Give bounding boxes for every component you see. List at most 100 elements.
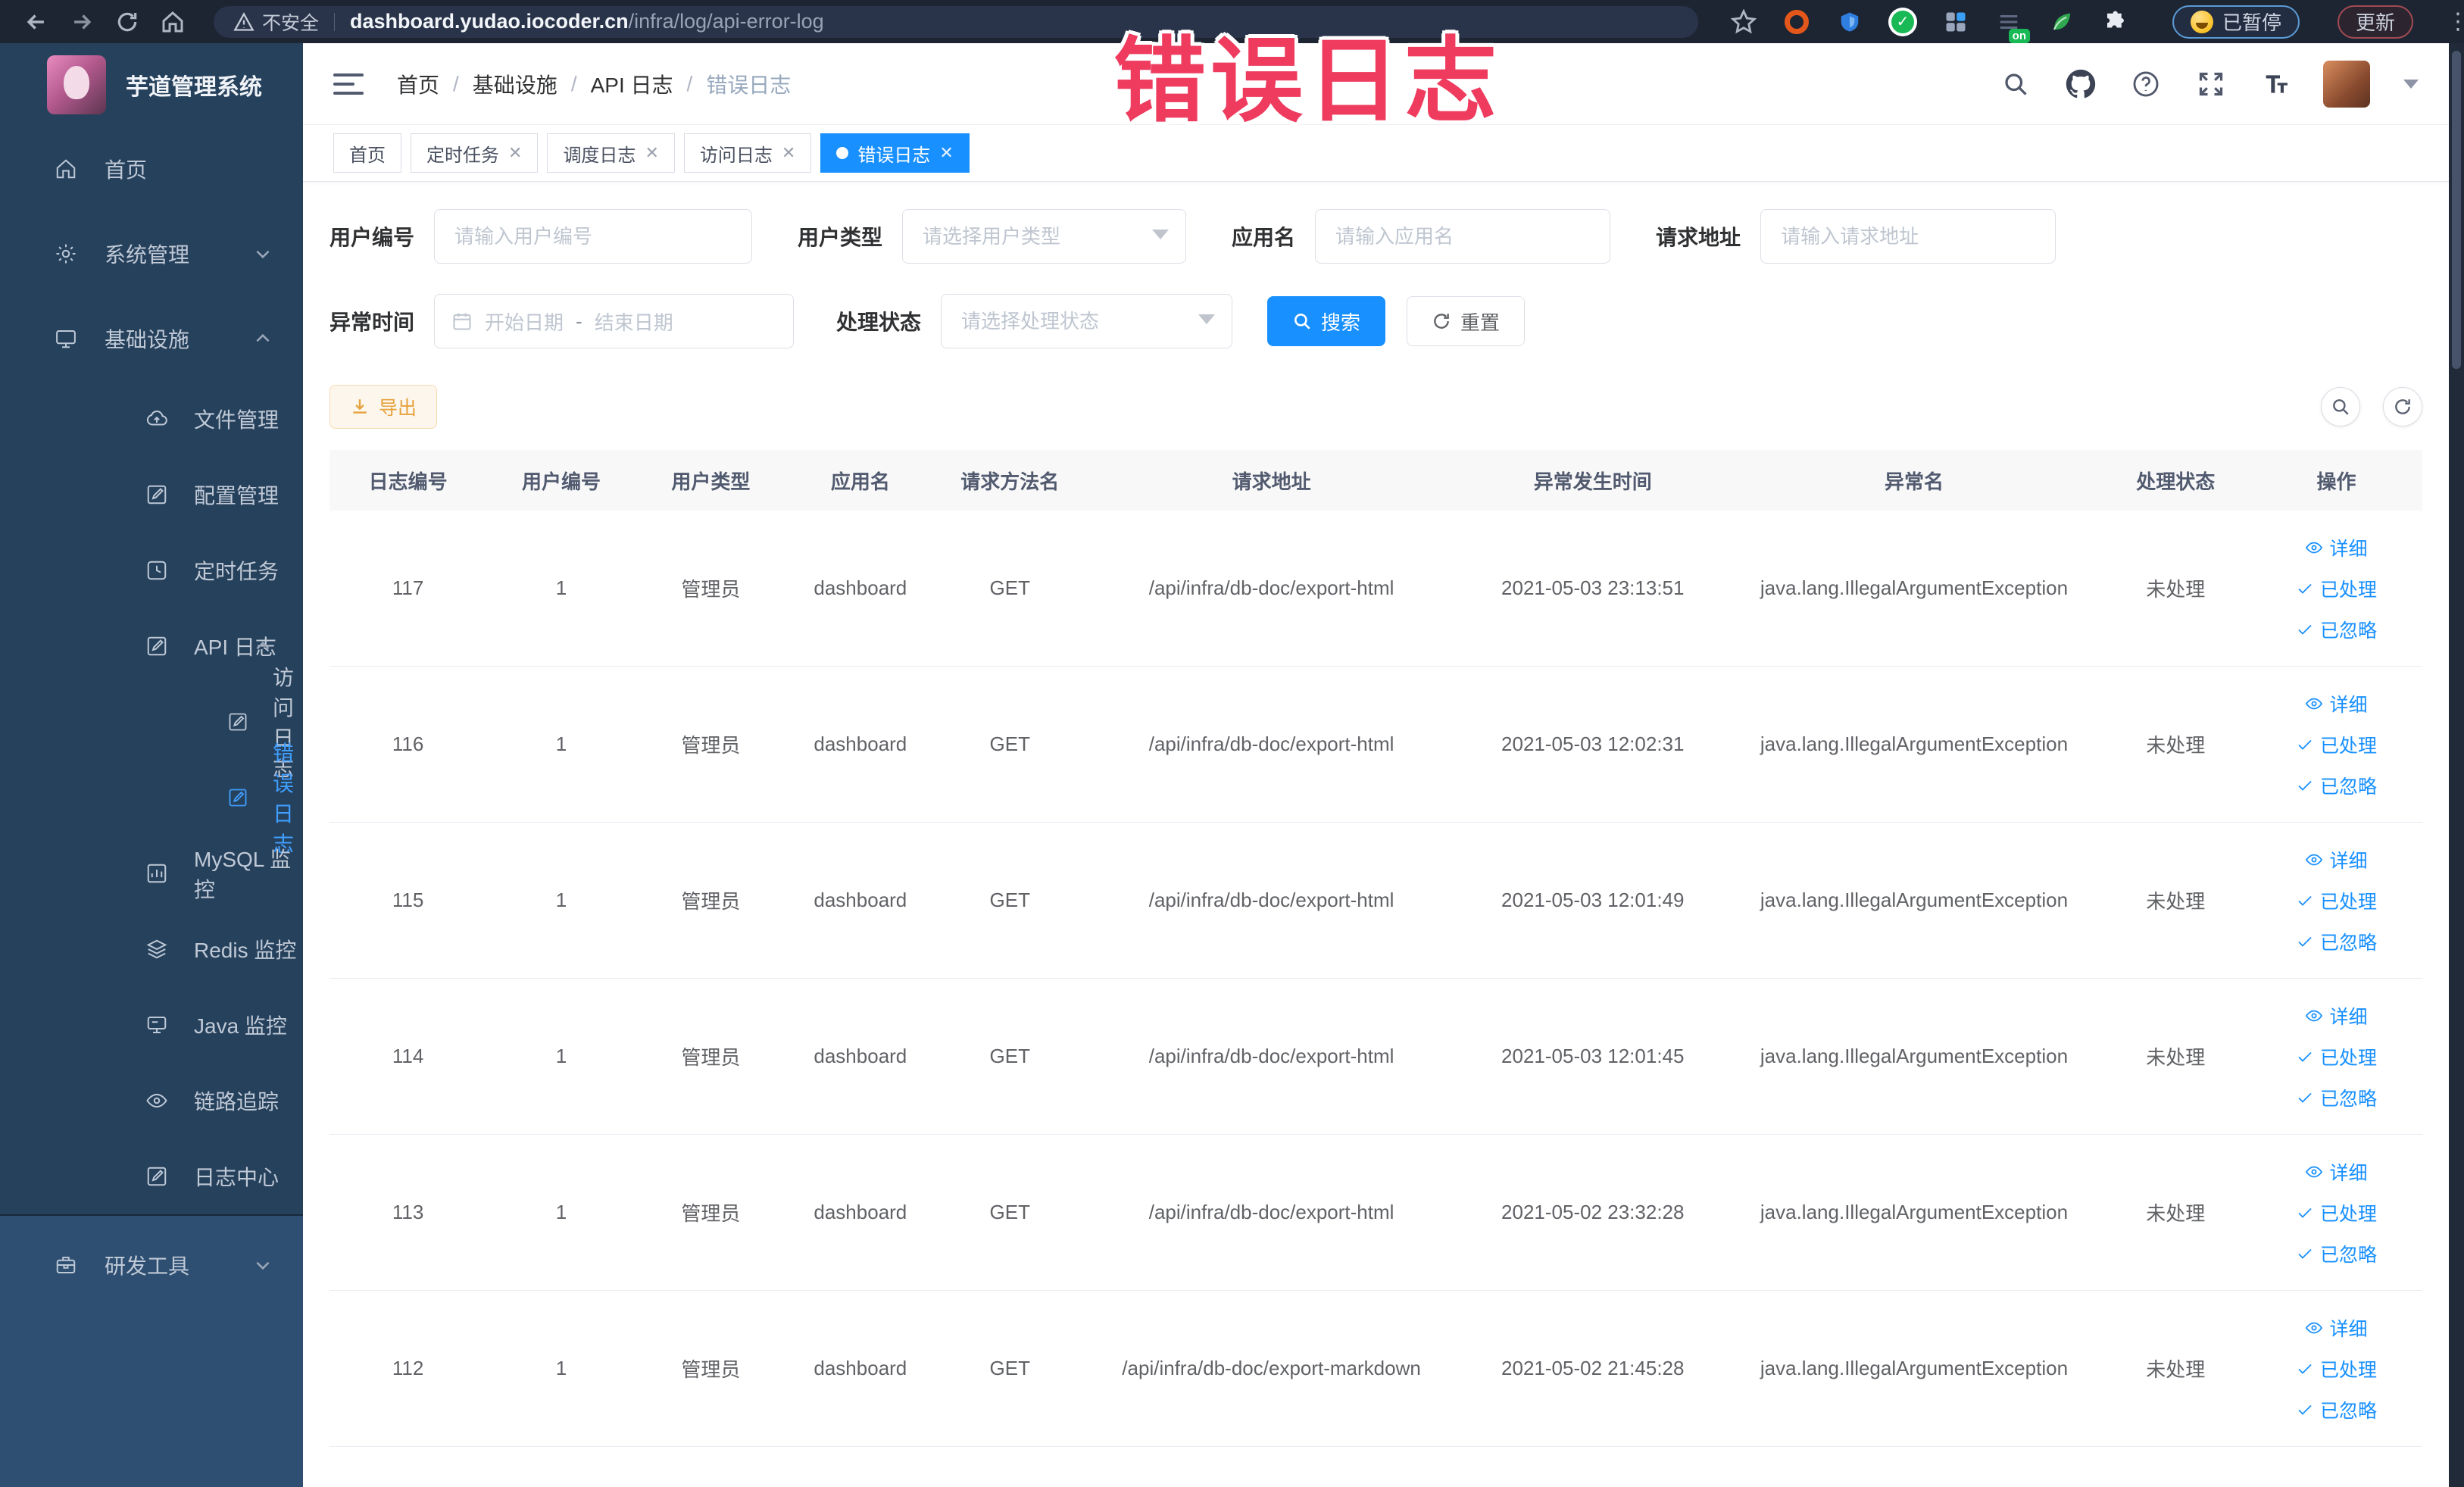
mark-processed-link[interactable]: 已处理 (2296, 731, 2377, 758)
detail-link[interactable]: 详细 (2305, 690, 2368, 717)
mark-ignored-link[interactable]: 已忽略 (2296, 616, 2377, 643)
sidebar-item-config[interactable]: 配置管理 (0, 457, 303, 533)
search-icon[interactable] (1997, 66, 2034, 102)
mark-processed-link[interactable]: 已处理 (2296, 1199, 2377, 1226)
back-icon[interactable] (14, 5, 59, 39)
check-icon (2298, 1404, 2312, 1415)
extension-on-badge-icon[interactable]: on (1994, 7, 2030, 43)
collapse-menu-icon[interactable] (333, 69, 367, 99)
table-row[interactable]: 112 1 管理员 dashboard GET /api/infra/db-do… (329, 1291, 2422, 1447)
mark-ignored-link[interactable]: 已忽略 (2296, 1084, 2377, 1111)
tab-job[interactable]: 定时任务 ✕ (411, 133, 539, 173)
time-cell: 2021-05-02 21:45:28 (1501, 1357, 1685, 1379)
close-icon[interactable]: ✕ (939, 143, 953, 163)
app-logo[interactable]: 芋道管理系统 (0, 43, 303, 127)
user-type-select[interactable] (902, 209, 1187, 264)
mark-ignored-link[interactable]: 已忽略 (2296, 1240, 2377, 1267)
user-id-input[interactable] (434, 209, 753, 264)
forward-icon[interactable] (59, 5, 105, 39)
tab-error-log[interactable]: 错误日志 ✕ (820, 133, 970, 173)
home-icon[interactable] (150, 5, 195, 39)
request-url-input[interactable] (1760, 209, 2056, 264)
update-pill[interactable]: 更新 (2338, 5, 2414, 39)
fullscreen-icon[interactable] (2193, 66, 2229, 102)
close-icon[interactable]: ✕ (782, 143, 795, 163)
sidebar-item-infra[interactable]: 基础设施 (0, 296, 303, 381)
sidebar-item-apilog[interactable]: API 日志 (0, 608, 303, 684)
tab-home[interactable]: 首页 (333, 133, 401, 173)
sidebar-item-system[interactable]: 系统管理 (0, 211, 303, 296)
page-scrollbar[interactable] (2449, 43, 2464, 1487)
sidebar-item-java[interactable]: Java 监控 (0, 987, 303, 1063)
breadcrumb: 首页 / 基础设施 / API 日志 / 错误日志 (397, 69, 791, 99)
breadcrumb-apilog[interactable]: API 日志 (591, 69, 673, 99)
close-icon[interactable]: ✕ (645, 143, 658, 163)
scrollbar-thumb[interactable] (2452, 51, 2461, 369)
table-row[interactable]: 114 1 管理员 dashboard GET /api/infra/db-do… (329, 979, 2422, 1135)
mark-processed-link[interactable]: 已处理 (2296, 575, 2377, 602)
sidebar-item-accesslog[interactable]: 访问日志 (0, 666, 303, 780)
refresh-table-button[interactable] (2383, 387, 2422, 426)
detail-link[interactable]: 详细 (2305, 534, 2368, 561)
tab-job-log[interactable]: 调度日志 ✕ (547, 133, 675, 173)
tab-access-log[interactable]: 访问日志 ✕ (683, 133, 812, 173)
header-actions (1997, 60, 2419, 108)
extension-leaf-icon[interactable] (2047, 7, 2077, 37)
extension-orange-icon[interactable] (1782, 7, 1812, 37)
toggle-search-button[interactable] (2321, 387, 2360, 426)
avatar-caret-icon[interactable] (2403, 79, 2419, 89)
github-icon[interactable] (2063, 66, 2099, 102)
breadcrumb-current: 错误日志 (706, 73, 792, 97)
sidebar-item-mysql[interactable]: MySQL 监控 (0, 836, 303, 911)
close-icon[interactable]: ✕ (508, 143, 522, 163)
help-icon[interactable] (2128, 66, 2164, 102)
mark-ignored-link[interactable]: 已忽略 (2296, 772, 2377, 799)
exception-time-range-picker[interactable]: 开始日期 - 结束日期 (434, 294, 795, 348)
table-row[interactable]: 116 1 管理员 dashboard GET /api/infra/db-do… (329, 667, 2422, 823)
extension-grid-icon[interactable] (1941, 7, 1971, 37)
reload-icon[interactable] (105, 5, 150, 39)
table-row[interactable]: 117 1 管理员 dashboard GET /api/infra/db-do… (329, 511, 2422, 667)
mark-processed-link[interactable]: 已处理 (2296, 1043, 2377, 1070)
sidebar-item-errorlog[interactable]: 错误日志 (0, 742, 303, 856)
mark-ignored-link[interactable]: 已忽略 (2296, 928, 2377, 955)
extension-green-check-icon[interactable]: ✓ (1888, 7, 1918, 37)
app-name-input[interactable] (1315, 209, 1611, 264)
sidebar-item-redis[interactable]: Redis 监控 (0, 911, 303, 987)
mark-ignored-link[interactable]: 已忽略 (2296, 1396, 2377, 1423)
breadcrumb-infra[interactable]: 基础设施 (473, 69, 557, 99)
sidebar-item-home[interactable]: 首页 (0, 127, 303, 211)
mark-processed-link[interactable]: 已处理 (2296, 1355, 2377, 1382)
mark-processed-link[interactable]: 已处理 (2296, 887, 2377, 914)
reset-button[interactable]: 重置 (1407, 296, 1526, 346)
avatar[interactable] (2323, 60, 2370, 108)
logo-image (47, 55, 106, 114)
font-size-icon[interactable] (2258, 66, 2294, 102)
sidebar-item-logcenter[interactable]: 日志中心 (0, 1139, 303, 1214)
extension-shield-icon[interactable] (1835, 7, 1865, 37)
browser-menu-icon[interactable]: ⋮ (2447, 8, 2464, 35)
table-row[interactable]: 113 1 管理员 dashboard GET /api/infra/db-do… (329, 1135, 2422, 1291)
detail-link[interactable]: 详细 (2305, 1158, 2368, 1186)
sidebar-item-trace[interactable]: 链路追踪 (0, 1063, 303, 1139)
sidebar-item-job[interactable]: 定时任务 (0, 533, 303, 608)
detail-link[interactable]: 详细 (2305, 1002, 2368, 1029)
menu-label: 链路追踪 (194, 1090, 280, 1114)
log-id-cell: 116 (392, 733, 424, 755)
extensions-puzzle-icon[interactable] (2100, 7, 2130, 37)
detail-link[interactable]: 详细 (2305, 846, 2368, 873)
search-icon (2333, 399, 2349, 415)
chevron-down-icon (253, 1255, 273, 1275)
toolbox-icon (55, 1254, 77, 1276)
search-button[interactable]: 搜索 (1267, 296, 1386, 346)
bookmark-star-icon[interactable] (1729, 7, 1759, 37)
status-select[interactable] (941, 294, 1233, 348)
breadcrumb-home[interactable]: 首页 (397, 69, 439, 99)
table-row[interactable]: 115 1 管理员 dashboard GET /api/infra/db-do… (329, 823, 2422, 979)
on-badge: on (2008, 28, 2030, 43)
detail-link[interactable]: 详细 (2305, 1314, 2368, 1342)
sidebar-item-devtools[interactable]: 研发工具 (0, 1214, 303, 1316)
profile-paused-pill[interactable]: 已暂停 (2172, 5, 2300, 39)
export-button[interactable]: 导出 (329, 385, 438, 429)
sidebar-item-file[interactable]: 文件管理 (0, 381, 303, 457)
